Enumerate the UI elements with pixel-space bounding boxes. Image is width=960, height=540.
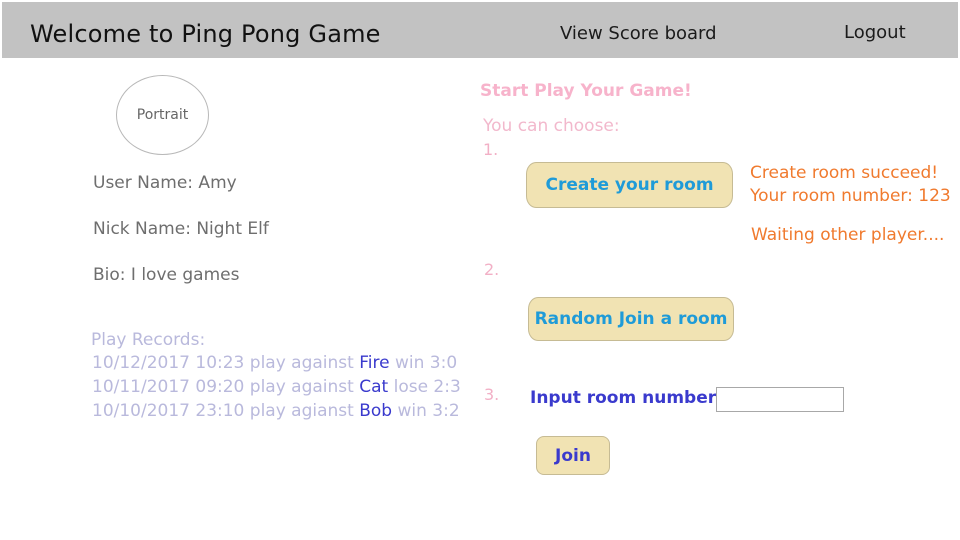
choose-label: You can choose: <box>483 116 620 136</box>
portrait-label: Portrait <box>136 107 189 123</box>
waiting-status: Waiting other player.... <box>751 225 945 245</box>
create-room-button[interactable]: Create your room <box>526 162 733 208</box>
record-result: win 3:2 <box>392 401 460 421</box>
step-number-2: 2. <box>484 260 500 279</box>
play-records-title: Play Records: <box>91 330 206 350</box>
play-record-item: 10/11/2017 09:20 play against Cat lose 2… <box>92 377 461 397</box>
nick-name-text: Nick Name: Night Elf <box>93 219 269 239</box>
record-result: win 3:0 <box>389 353 458 373</box>
room-number-input[interactable] <box>716 387 844 412</box>
record-prefix: 10/12/2017 10:23 play against <box>92 353 360 373</box>
record-result: lose 2:3 <box>388 377 461 397</box>
logout-link[interactable]: Logout <box>844 22 906 43</box>
record-opponent: Cat <box>359 377 389 397</box>
random-join-button[interactable]: Random Join a room <box>528 297 734 341</box>
create-room-status: Create room succeed! <box>750 163 939 183</box>
step-number-3: 3. <box>484 385 500 404</box>
avatar: Portrait <box>116 75 209 155</box>
user-name-text: User Name: Amy <box>93 173 237 193</box>
record-opponent: Bob <box>359 401 393 421</box>
record-prefix: 10/11/2017 09:20 play against <box>92 377 360 397</box>
start-game-title: Start Play Your Game! <box>480 81 692 101</box>
view-scoreboard-link[interactable]: View Score board <box>560 23 717 44</box>
step-number-1: 1. <box>483 140 499 159</box>
record-opponent: Fire <box>359 353 390 373</box>
record-prefix: 10/10/2017 23:10 play agianst <box>92 401 360 421</box>
play-record-item: 10/10/2017 23:10 play agianst Bob win 3:… <box>92 401 460 421</box>
room-number-status: Your room number: 123 <box>750 186 951 206</box>
play-record-item: 10/12/2017 10:23 play against Fire win 3… <box>92 353 457 373</box>
top-header: Welcome to Ping Pong Game View Score boa… <box>2 2 958 58</box>
bio-text: Bio: I love games <box>93 265 240 285</box>
join-button[interactable]: Join <box>536 436 610 475</box>
page-title: Welcome to Ping Pong Game <box>30 20 381 48</box>
room-number-label: Input room number: <box>530 388 723 408</box>
